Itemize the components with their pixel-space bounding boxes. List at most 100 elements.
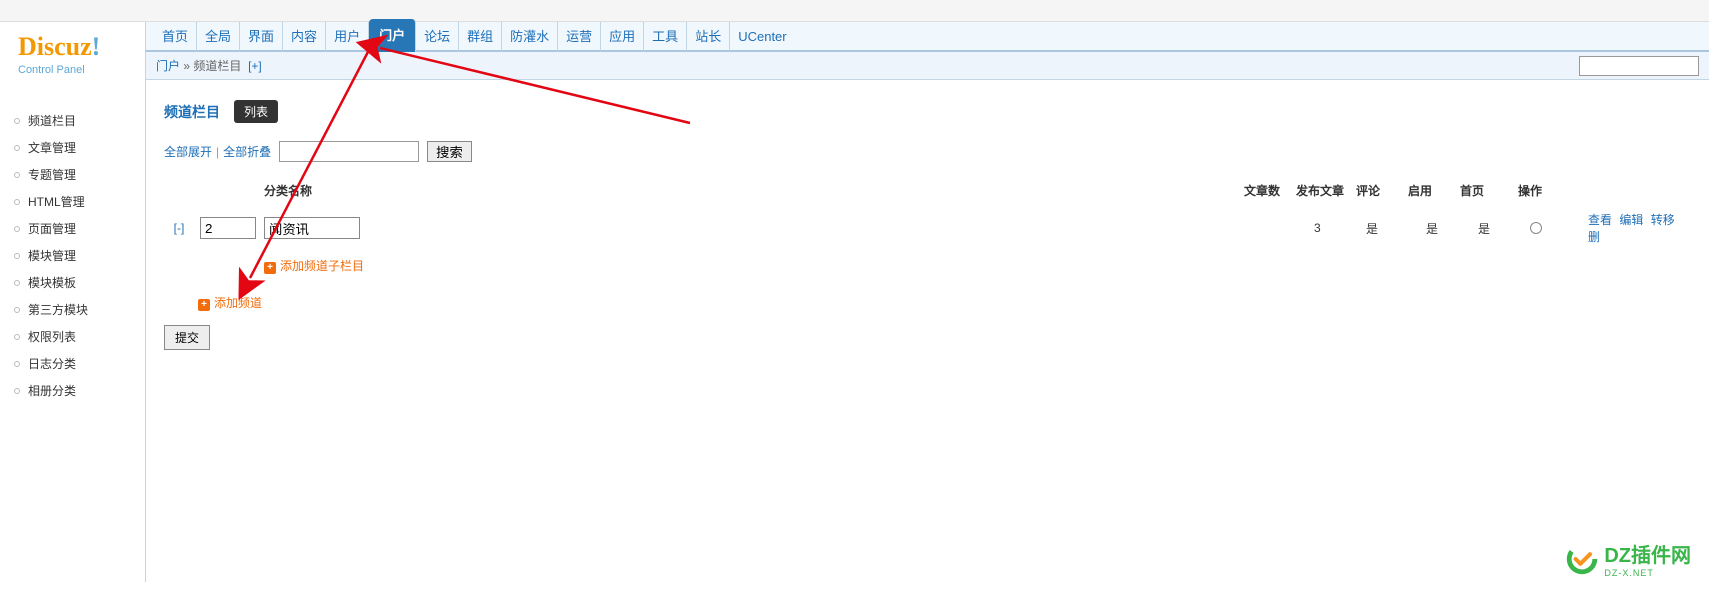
sidebar-item-label: 文章管理 xyxy=(28,139,76,156)
nav-user[interactable]: 用户 xyxy=(326,22,369,51)
list-button[interactable]: 列表 xyxy=(234,100,278,123)
nav-operation[interactable]: 运营 xyxy=(558,22,601,51)
op-edit-link[interactable]: 编辑 xyxy=(1619,213,1643,227)
logo-subtitle: Control Panel xyxy=(18,64,145,76)
filter-input[interactable] xyxy=(279,141,419,162)
sidebar-item-block[interactable]: 模块管理 xyxy=(14,242,145,269)
bullet-icon xyxy=(14,172,20,178)
sidebar-item-topic[interactable]: 专题管理 xyxy=(14,161,145,188)
sidebar-item-label: 日志分类 xyxy=(28,355,76,372)
content: 频道栏目 列表 全部展开 | 全部折叠 搜索 分类名称 文章数 发布文章 评论 … xyxy=(145,82,1709,582)
nav-group[interactable]: 群组 xyxy=(459,22,502,51)
bullet-icon xyxy=(14,307,20,313)
header-publish: 发布文章 xyxy=(1296,182,1356,199)
cell-operate: 查看 编辑 转移 删 xyxy=(1582,211,1682,245)
watermark: DZ插件网 DZ-X.NET xyxy=(1566,539,1691,578)
separator: | xyxy=(216,145,219,159)
add-sub-row: + 添加频道子栏目 xyxy=(164,251,1699,280)
sidebar-item-label: 频道栏目 xyxy=(28,112,76,129)
nav-founder[interactable]: 站长 xyxy=(687,22,730,51)
cell-home xyxy=(1530,222,1582,234)
sidebar-item-logcat[interactable]: 日志分类 xyxy=(14,350,145,377)
submit-button[interactable]: 提交 xyxy=(164,325,210,350)
sidebar-item-label: HTML管理 xyxy=(28,193,85,210)
sidebar-item-label: 专题管理 xyxy=(28,166,76,183)
bullet-icon xyxy=(14,388,20,394)
sidebar-item-thirdparty[interactable]: 第三方模块 xyxy=(14,296,145,323)
name-input[interactable] xyxy=(264,217,360,239)
nav-antispam[interactable]: 防灌水 xyxy=(502,22,558,51)
breadcrumb-plus[interactable]: [+] xyxy=(248,59,262,73)
op-move-link[interactable]: 转移 xyxy=(1651,213,1675,227)
watermark-logo-icon xyxy=(1566,543,1598,575)
bullet-icon xyxy=(14,280,20,286)
sidebar-item-albumcat[interactable]: 相册分类 xyxy=(14,377,145,404)
header-operate: 操作 xyxy=(1512,182,1612,199)
nav-ucenter[interactable]: UCenter xyxy=(730,22,794,51)
cell-publish: 是 xyxy=(1366,220,1426,237)
order-input[interactable] xyxy=(200,217,256,239)
watermark-sub: DZ-X.NET xyxy=(1604,568,1691,578)
sidebar-item-permission[interactable]: 权限列表 xyxy=(14,323,145,350)
breadcrumb-bar: 门户 » 频道栏目 [+] xyxy=(146,52,1709,80)
bullet-icon xyxy=(14,118,20,124)
header-comment: 评论 xyxy=(1356,182,1408,199)
main-nav: 首页 全局 界面 内容 用户 门户 论坛 群组 防灌水 运营 应用 工具 站长 … xyxy=(146,22,1709,52)
plus-icon: + xyxy=(264,262,276,274)
add-channel-link[interactable]: + 添加频道 xyxy=(198,296,262,310)
logo: Discuz! xyxy=(18,32,145,62)
bullet-icon xyxy=(14,334,20,340)
expand-row: 全部展开 | 全部折叠 搜索 xyxy=(164,141,1699,162)
radio-icon[interactable] xyxy=(1530,222,1542,234)
table-row: [-] 3 是 是 是 查看 编辑 转移 删 xyxy=(164,205,1699,251)
header-name: 分类名称 xyxy=(164,182,1244,199)
add-sub-label: 添加频道子栏目 xyxy=(280,259,364,273)
logo-area: Discuz! Control Panel xyxy=(0,22,145,82)
page-title-row: 频道栏目 列表 xyxy=(164,100,1699,123)
add-channel-row: + 添加频道 xyxy=(164,280,1699,325)
nav-home[interactable]: 首页 xyxy=(154,22,197,51)
nav-tools[interactable]: 工具 xyxy=(644,22,687,51)
cell-enable: 是 xyxy=(1478,220,1530,237)
nav-content[interactable]: 内容 xyxy=(283,22,326,51)
op-delete-link[interactable]: 删 xyxy=(1588,230,1600,244)
browser-bookmark-bar xyxy=(0,0,1709,22)
collapse-all-link[interactable]: 全部折叠 xyxy=(223,143,271,160)
sidebar: 频道栏目 文章管理 专题管理 HTML管理 页面管理 模块管理 模块模板 第三方… xyxy=(0,82,145,582)
nav-portal[interactable]: 门户 xyxy=(369,19,416,52)
sidebar-item-article[interactable]: 文章管理 xyxy=(14,134,145,161)
breadcrumb-root[interactable]: 门户 xyxy=(156,59,180,73)
nav-global[interactable]: 全局 xyxy=(197,22,240,51)
bullet-icon xyxy=(14,199,20,205)
expand-all-link[interactable]: 全部展开 xyxy=(164,143,212,160)
logo-main: Discuz xyxy=(18,32,92,61)
nav-forum[interactable]: 论坛 xyxy=(416,22,459,51)
row-toggle[interactable]: [-] xyxy=(164,221,194,235)
sidebar-item-blocktpl[interactable]: 模块模板 xyxy=(14,269,145,296)
sidebar-item-label: 页面管理 xyxy=(28,220,76,237)
op-view-link[interactable]: 查看 xyxy=(1588,213,1612,227)
cell-articles: 3 xyxy=(1314,221,1366,235)
breadcrumb-sep: » xyxy=(183,59,190,73)
table-header: 分类名称 文章数 发布文章 评论 启用 首页 操作 xyxy=(164,176,1699,205)
sidebar-item-page[interactable]: 页面管理 xyxy=(14,215,145,242)
sidebar-item-label: 相册分类 xyxy=(28,382,76,399)
add-sub-channel-link[interactable]: + 添加频道子栏目 xyxy=(264,259,364,273)
top-search-input[interactable] xyxy=(1579,56,1699,76)
plus-icon: + xyxy=(198,299,210,311)
header: Discuz! Control Panel 首页 全局 界面 内容 用户 门户 … xyxy=(0,22,1709,82)
header-enable: 启用 xyxy=(1408,182,1460,199)
search-button[interactable]: 搜索 xyxy=(427,141,472,162)
sidebar-item-label: 权限列表 xyxy=(28,328,76,345)
nav-wrap: 首页 全局 界面 内容 用户 门户 论坛 群组 防灌水 运营 应用 工具 站长 … xyxy=(145,22,1709,82)
nav-interface[interactable]: 界面 xyxy=(240,22,283,51)
breadcrumb: 门户 » 频道栏目 [+] xyxy=(156,57,262,74)
sidebar-item-label: 模块模板 xyxy=(28,274,76,291)
bullet-icon xyxy=(14,145,20,151)
logo-excl: ! xyxy=(92,32,101,61)
bullet-icon xyxy=(14,361,20,367)
add-channel-label: 添加频道 xyxy=(214,296,262,310)
nav-app[interactable]: 应用 xyxy=(601,22,644,51)
sidebar-item-channel[interactable]: 频道栏目 xyxy=(14,107,145,134)
sidebar-item-html[interactable]: HTML管理 xyxy=(14,188,145,215)
